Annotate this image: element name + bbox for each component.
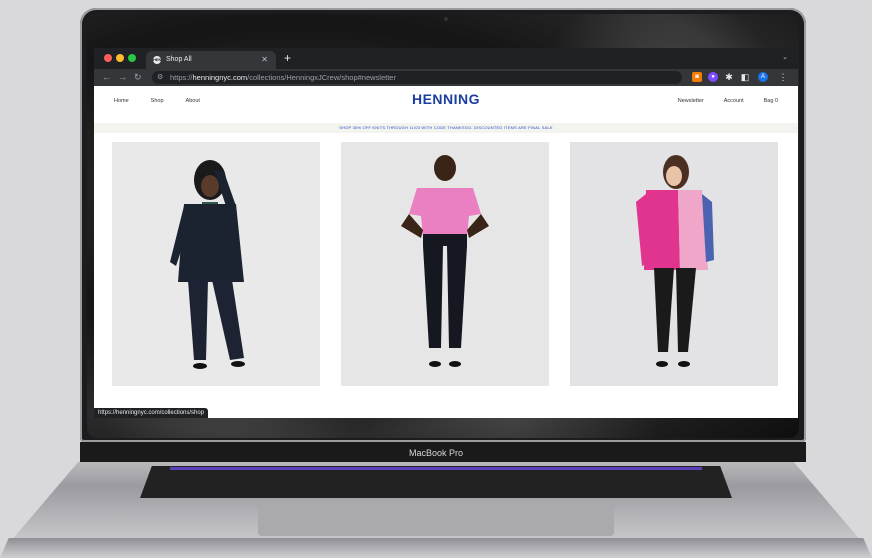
nav-bag-link[interactable]: Bag 0 — [764, 98, 778, 104]
new-tab-button[interactable]: + — [284, 51, 291, 65]
site-info-icon[interactable]: ⚙ — [157, 71, 163, 84]
link-status-bar: https://henningnyc.com/collections/shop — [94, 408, 209, 418]
nav-newsletter-link[interactable]: Newsletter — [678, 98, 704, 104]
browser-toolbar: ← → ↻ ⚙ https://henningnyc.com/collectio… — [94, 69, 798, 86]
product-photo-pink-tee — [341, 142, 549, 386]
address-url: https://henningnyc.com/collections/Henni… — [170, 73, 396, 82]
back-arrow-icon[interactable]: ← — [102, 72, 111, 82]
keyboard — [140, 466, 732, 498]
device-label: MacBook Pro — [408, 448, 464, 458]
touch-bar — [170, 467, 702, 470]
tab-search-chevron-icon[interactable]: ⌄ — [782, 53, 788, 61]
reload-icon[interactable]: ↻ — [134, 72, 142, 83]
tab-title: Shop All — [166, 56, 192, 63]
trackpad — [258, 502, 614, 536]
tab-bar: HEN Shop All ✕ + ⌄ — [94, 48, 798, 69]
kebab-menu-icon[interactable]: ⋮ — [778, 72, 788, 82]
product-card-pink-tee[interactable] — [341, 142, 549, 386]
promo-banner: SHOP 30% OFF KNITS THROUGH 11/03 WITH CO… — [94, 123, 798, 133]
laptop-base-lip — [0, 538, 872, 558]
nav-right: Newsletter Account Bag 0 — [678, 98, 778, 104]
henning-favicon-icon: HEN — [153, 56, 162, 64]
product-card-black-suit[interactable] — [112, 142, 320, 386]
nav-account-link[interactable]: Account — [724, 98, 744, 104]
site-header: Home Shop About HENNING Newsletter Accou… — [94, 86, 798, 123]
extensions-puzzle-icon[interactable]: ✱ — [724, 72, 734, 82]
extension-circle-icon[interactable]: ● — [708, 72, 718, 82]
address-bar[interactable]: ⚙ https://henningnyc.com/collections/Hen… — [152, 71, 682, 84]
tab-close-icon[interactable]: ✕ — [261, 55, 268, 64]
profile-avatar[interactable]: A — [758, 72, 768, 82]
product-card-pink-cardigan[interactable] — [570, 142, 778, 386]
webcam-icon — [444, 17, 448, 21]
minimize-window-button[interactable] — [116, 54, 124, 62]
browser-window: HEN Shop All ✕ + ⌄ ← → ↻ ⚙ https://henni… — [94, 48, 798, 418]
close-window-button[interactable] — [104, 54, 112, 62]
product-photo-pink-cardigan — [570, 142, 778, 386]
tab-shop-all[interactable]: HEN Shop All ✕ — [146, 51, 276, 69]
maximize-window-button[interactable] — [128, 54, 136, 62]
product-photo-black-suit — [112, 142, 320, 386]
forward-arrow-icon[interactable]: → — [118, 72, 127, 82]
side-panel-icon[interactable]: ◧ — [740, 72, 750, 82]
rss-extension-icon[interactable]: ◙ — [692, 72, 702, 82]
web-page: Home Shop About HENNING Newsletter Accou… — [94, 86, 798, 418]
